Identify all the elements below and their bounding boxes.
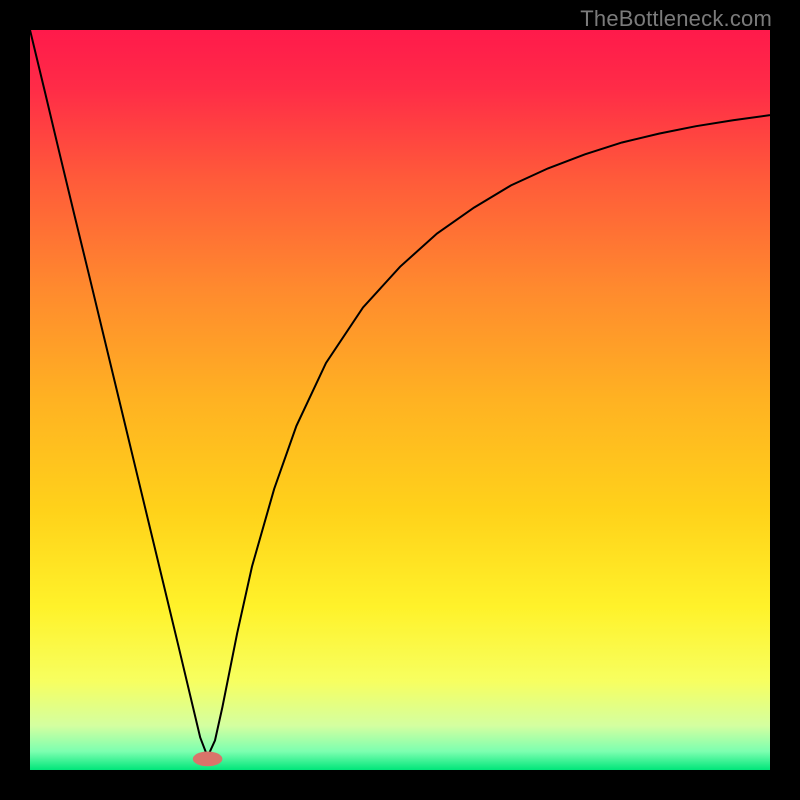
bottleneck-chart xyxy=(30,30,770,770)
chart-container: TheBottleneck.com xyxy=(0,0,800,800)
watermark-label: TheBottleneck.com xyxy=(580,6,772,32)
gradient-background xyxy=(30,30,770,770)
optimal-point-marker xyxy=(193,752,223,767)
